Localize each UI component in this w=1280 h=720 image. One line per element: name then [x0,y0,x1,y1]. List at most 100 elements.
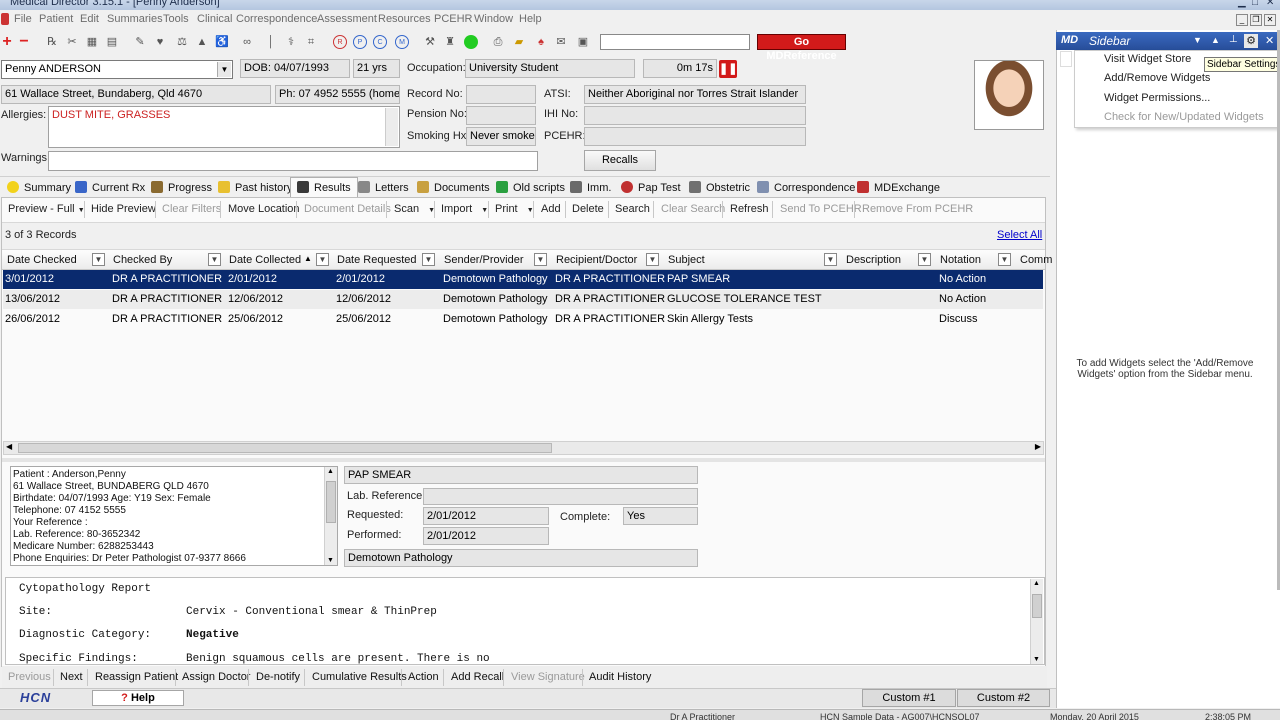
tab-current-rx[interactable]: Current Rx [75,179,145,197]
scroll-right-icon[interactable]: ▶ [1035,442,1041,451]
ref-icon[interactable]: R [333,35,347,49]
col-date-checked[interactable]: Date Checked [7,251,77,269]
menu-visit-widget-store[interactable]: Visit Widget Store [1104,53,1191,65]
tab-correspondence[interactable]: Correspondence [757,179,855,197]
col-date-collected[interactable]: Date Collected [229,251,301,269]
mdref-search-input[interactable] [600,34,750,50]
stethoscope-icon[interactable]: ⚕ [284,35,298,49]
pause-icon[interactable]: ❚❚ [719,60,737,78]
move-location-button[interactable]: Move Location [228,203,300,217]
tab-pap-test[interactable]: Pap Test [621,179,681,197]
col-date-requested[interactable]: Date Requested [337,251,417,269]
scroll-down-icon[interactable]: ▼ [327,557,334,564]
tab-old-scripts[interactable]: Old scripts [496,179,565,197]
add-icon[interactable]: + [0,34,14,50]
pin-icon[interactable]: ⊥ [1229,34,1238,45]
folder-icon[interactable]: ▰ [512,35,526,49]
filter-icon[interactable]: ▼ [646,253,659,266]
document-details-button[interactable]: Document Details [304,203,391,217]
help-button[interactable]: ? Help [92,690,184,706]
menu-summaries[interactable]: Summaries [107,13,163,25]
mdi-close-icon[interactable]: ✕ [1264,14,1276,26]
refresh-button[interactable]: Refresh [730,203,769,217]
previous-button[interactable]: Previous [8,671,51,683]
hide-preview-button[interactable]: Hide Preview [91,203,156,217]
filter-icon[interactable]: ▼ [824,253,837,266]
custom-1-button[interactable]: Custom #1 [862,689,956,707]
filter-icon[interactable]: ▼ [422,253,435,266]
injection-icon[interactable]: │ [264,35,278,49]
grid-horizontal-scrollbar[interactable]: ◀ ▶ [3,441,1044,455]
sidebar-close-icon[interactable]: ✕ [1265,34,1274,47]
scales-icon[interactable]: ⚖ [175,35,189,49]
remove-from-pcehr-button[interactable]: Remove From PCEHR [862,203,973,217]
col-subject[interactable]: Subject [668,251,705,269]
chevron-up-icon[interactable]: ▲ [1211,35,1220,45]
tab-summary[interactable]: Summary [7,179,71,197]
heart-icon[interactable]: ♥ [153,35,167,49]
chevron-down-icon[interactable]: ▼ [1193,35,1202,45]
menu-check-widgets[interactable]: Check for New/Updated Widgets [1104,111,1264,123]
scroll-left-icon[interactable]: ◀ [6,442,12,451]
table-row[interactable]: 13/06/2012 DR A PRACTITIONER 12/06/2012 … [3,290,1043,309]
menu-correspondence[interactable]: Correspondence [236,13,317,25]
menu-assessment[interactable]: Assessment [317,13,377,25]
filter-icon[interactable]: ▼ [998,253,1011,266]
table-row[interactable]: 3/01/2012 DR A PRACTITIONER 2/01/2012 2/… [3,270,1043,289]
mail-icon[interactable]: ✉ [554,35,568,49]
menu-tools[interactable]: Tools [163,13,189,25]
scrollbar-thumb[interactable] [18,443,552,453]
col-description[interactable]: Description [846,251,901,269]
scroll-down-icon[interactable]: ▼ [1033,656,1040,663]
menu-edit[interactable]: Edit [80,13,99,25]
filter-icon[interactable]: ▼ [208,253,221,266]
menu-window[interactable]: Window [474,13,513,25]
minimize-icon[interactable]: ▁ [1238,0,1246,8]
maximize-icon[interactable]: □ [1252,0,1258,8]
menu-patient[interactable]: Patient [39,13,73,25]
col-sender-provider[interactable]: Sender/Provider [444,251,524,269]
tab-documents[interactable]: Documents [417,179,490,197]
add-button[interactable]: Add [541,203,561,217]
cmi2-icon[interactable]: M [395,35,409,49]
link-icon[interactable]: ∞ [240,35,254,49]
search-button[interactable]: Search [615,203,650,217]
chart-icon[interactable]: ▲ [195,35,209,49]
tab-immunisations[interactable]: Imm. [570,179,611,197]
tab-mdexchange[interactable]: MDExchange [857,179,940,197]
pin-icon[interactable]: ♠ [534,35,548,49]
tab-obstetric[interactable]: Obstetric [689,179,750,197]
cumulative-results-button[interactable]: Cumulative Results [312,671,407,683]
scrollbar-thumb[interactable] [326,481,336,523]
scroll-up-icon[interactable]: ▲ [1033,580,1040,587]
body-icon[interactable]: ♿ [215,35,229,49]
send-to-pcehr-button[interactable]: Send To PCEHR [780,203,862,217]
tab-results[interactable]: Results [290,177,358,198]
form-icon[interactable]: ▣ [576,35,590,49]
mdi-restore-icon[interactable]: ❐ [1250,14,1262,26]
menu-resources[interactable]: Resources [378,13,431,25]
apple-icon[interactable]: ● [464,35,478,49]
preview-full-button[interactable]: Preview - Full ▼ [8,203,85,217]
filter-icon[interactable]: ▼ [316,253,329,266]
patient-name-select[interactable]: Penny ANDERSON ▼ [1,60,233,79]
filter-icon[interactable]: ▼ [918,253,931,266]
clear-filters-button[interactable]: Clear Filters [162,203,221,217]
select-all-link[interactable]: Select All [997,229,1042,241]
pen-icon[interactable]: ✎ [133,35,147,49]
recalls-button[interactable]: Recalls [584,150,656,171]
splitter[interactable] [2,458,1045,462]
calculator-icon[interactable]: ▦ [85,35,99,49]
prescribe-icon[interactable]: ℞ [45,35,59,49]
add-recall-button[interactable]: Add Recall [451,671,504,683]
tab-past-history[interactable]: Past history [218,179,292,197]
print-button[interactable]: Print ▼ [495,203,534,217]
menu-clinical[interactable]: Clinical [197,13,232,25]
de-notify-button[interactable]: De-notify [256,671,300,683]
import-button[interactable]: Import ▼ [441,203,488,217]
chevron-down-icon[interactable]: ▼ [217,62,231,77]
report-scrollbar[interactable]: ▲ ▼ [1030,579,1043,664]
delete-button[interactable]: Delete [572,203,604,217]
scan-button[interactable]: Scan ▼ [394,203,435,217]
next-button[interactable]: Next [60,671,83,683]
